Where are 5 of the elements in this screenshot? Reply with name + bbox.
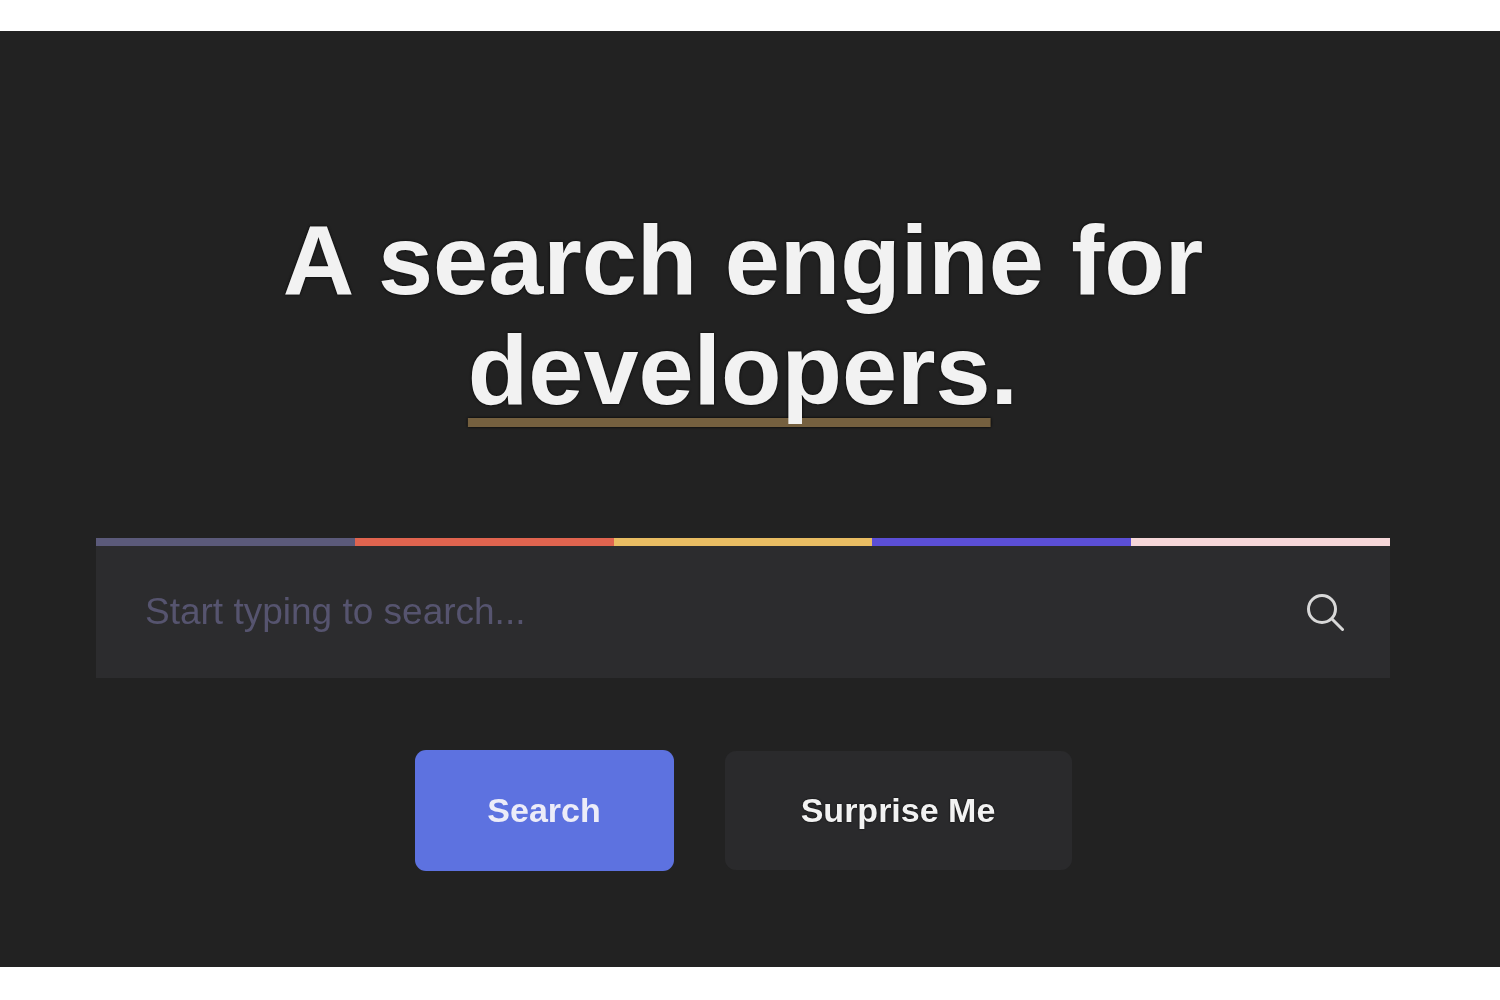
headline: A search engine for developers. <box>282 205 1204 425</box>
search-field[interactable]: Start typing to search... <box>96 546 1390 678</box>
surprise-me-button[interactable]: Surprise Me <box>724 751 1072 870</box>
search-icon[interactable] <box>1306 593 1344 631</box>
search-button[interactable]: Search <box>414 750 674 871</box>
